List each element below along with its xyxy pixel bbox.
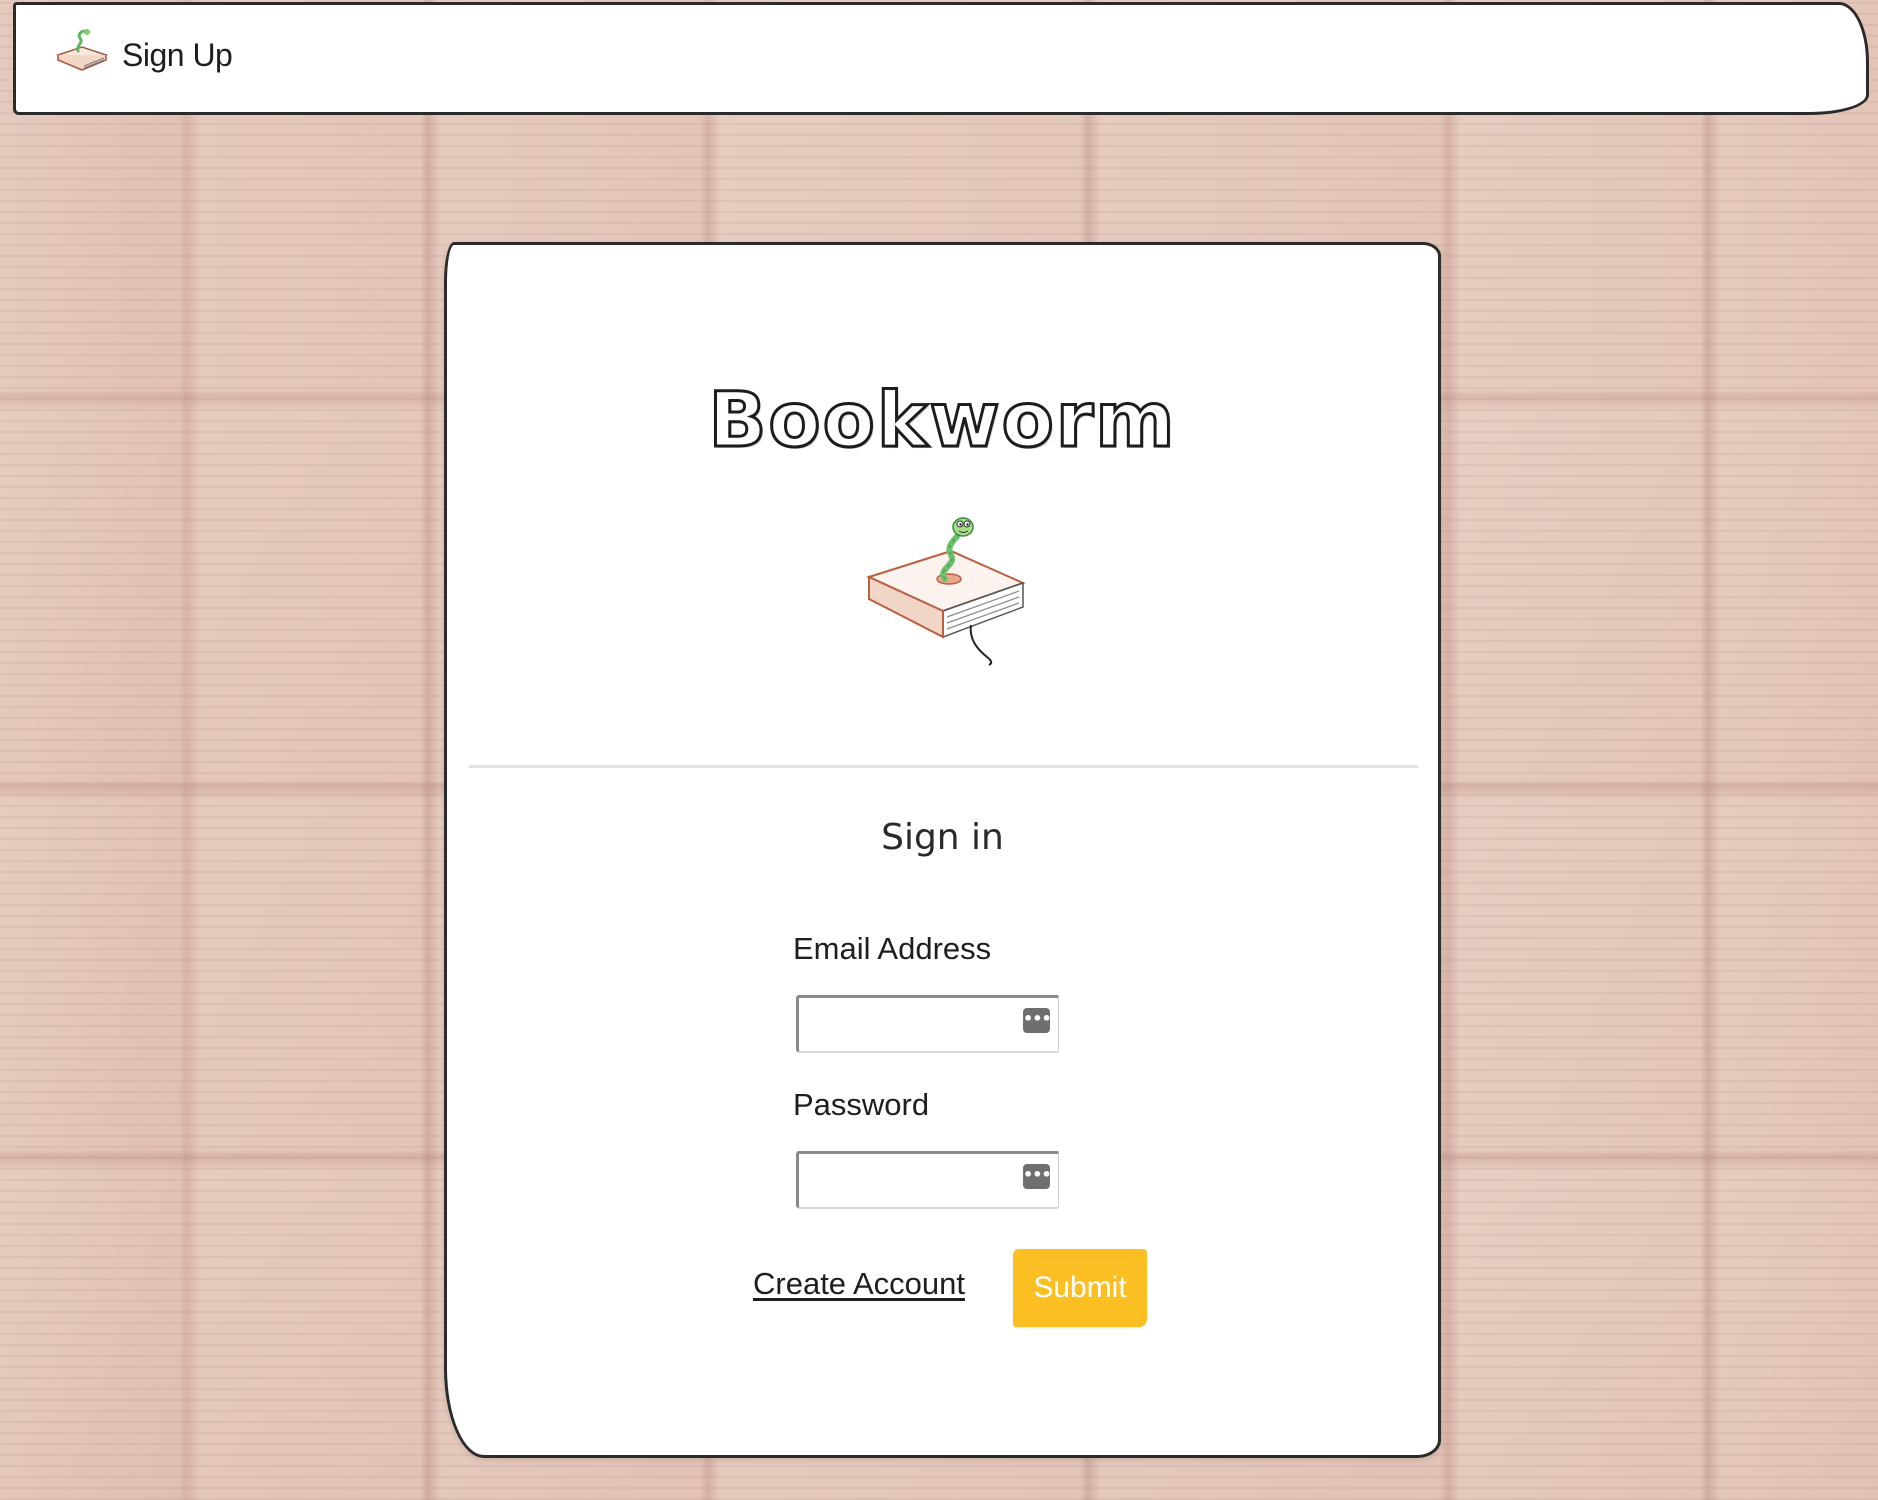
top-nav-bar: Sign Up bbox=[13, 2, 1869, 115]
email-input[interactable] bbox=[805, 1004, 1009, 1048]
email-label: Email Address bbox=[793, 931, 992, 966]
bookworm-on-book-icon bbox=[866, 517, 1026, 666]
sign-in-heading: Sign in bbox=[881, 817, 1004, 858]
sign-up-link[interactable]: Sign Up bbox=[122, 37, 233, 74]
create-account-link[interactable]: Create Account bbox=[753, 1266, 965, 1302]
password-manager-key-icon[interactable]: ••• bbox=[1023, 1008, 1052, 1033]
password-field: ••• bbox=[796, 1151, 1059, 1209]
bookworm-logo-icon[interactable] bbox=[52, 25, 110, 75]
password-input[interactable] bbox=[805, 1160, 1009, 1204]
section-divider bbox=[469, 765, 1418, 768]
password-manager-key-icon[interactable]: ••• bbox=[1023, 1164, 1052, 1189]
password-label: Password bbox=[793, 1087, 930, 1122]
email-field: ••• bbox=[796, 995, 1059, 1053]
sign-in-card: Bookworm Sign in Email Address ••• Passw… bbox=[444, 242, 1441, 1458]
brand-title: Bookworm bbox=[707, 374, 1177, 466]
submit-button[interactable]: Submit bbox=[1013, 1249, 1147, 1327]
